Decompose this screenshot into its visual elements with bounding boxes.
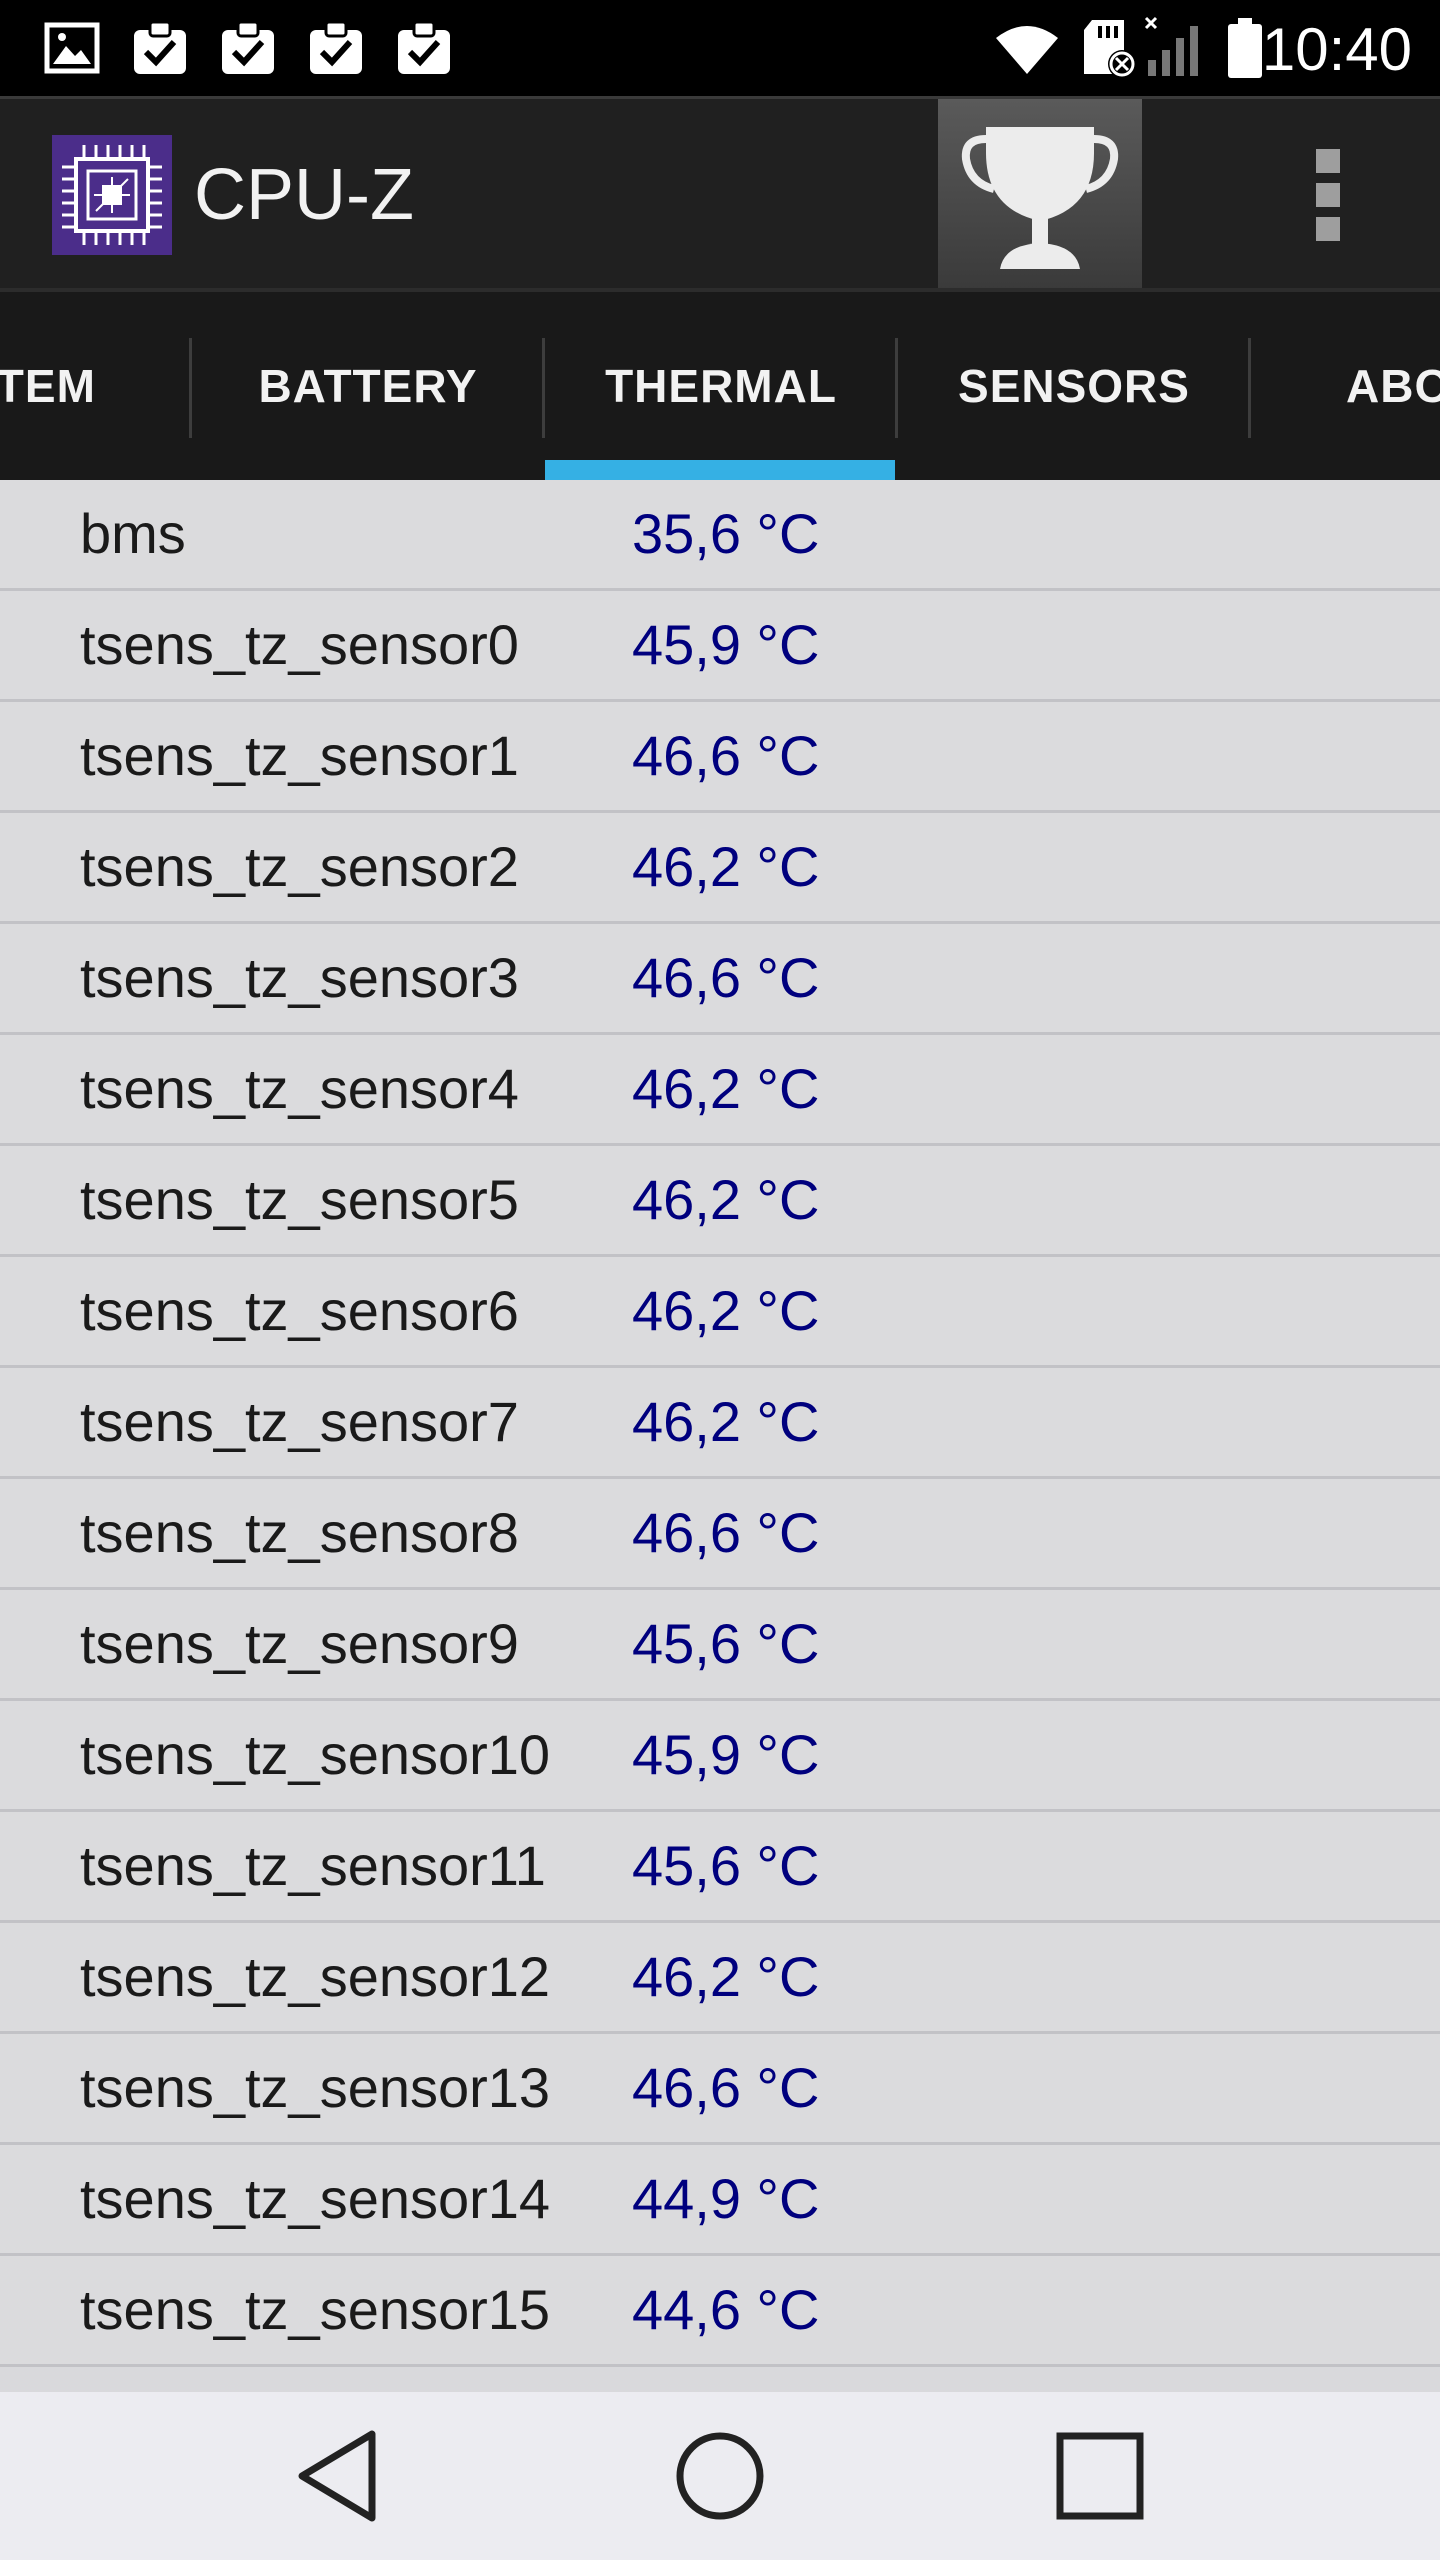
- home-icon[interactable]: [650, 2416, 790, 2536]
- sensor-name: tsens_tz_sensor3: [80, 946, 519, 1009]
- sensor-temperature: 45,9 °C: [632, 613, 820, 676]
- sensor-temperature: 45,9 °C: [632, 1723, 820, 1786]
- status-bar: 10:40: [0, 0, 1440, 96]
- sensor-name: tsens_tz_sensor0: [80, 613, 519, 676]
- tab-sensors[interactable]: SENSORS: [898, 292, 1250, 480]
- tab-divider: [1248, 338, 1251, 438]
- tab-thermal[interactable]: THERMAL: [545, 292, 897, 480]
- sensor-name: tsens_tz_sensor4: [80, 1057, 519, 1120]
- table-row: tsens_tz_sensor2 46,2 °C: [0, 813, 1440, 924]
- tab-indicator: [545, 460, 895, 480]
- thermal-list[interactable]: bms 35,6 °C tsens_tz_sensor0 45,9 °C tsens_t…: [0, 480, 1440, 2392]
- gallery-icon: [44, 22, 100, 74]
- sensor-name: tsens_tz_sensor2: [80, 835, 519, 898]
- table-row: tsens_tz_sensor10 45,9 °C: [0, 1701, 1440, 1812]
- sensor-name: tsens_tz_sensor1: [80, 724, 519, 787]
- table-row: tsens_tz_sensor0 45,9 °C: [0, 591, 1440, 702]
- sensor-temperature: 46,6 °C: [632, 724, 820, 787]
- table-row: tsens_tz_sensor13 46,6 °C: [0, 2034, 1440, 2145]
- sensor-temperature: 46,6 °C: [632, 2056, 820, 2119]
- sensor-temperature: 35,6 °C: [632, 502, 820, 565]
- sensor-name: tsens_tz_sensor7: [80, 1390, 519, 1453]
- sd-card-icon: [1084, 20, 1136, 78]
- tab-battery[interactable]: BATTERY: [192, 292, 544, 480]
- sensor-temperature: 46,2 °C: [632, 1279, 820, 1342]
- sensor-name: tsens_tz_sensor8: [80, 1501, 519, 1564]
- clipboard-check-icon: [310, 22, 362, 74]
- recents-icon[interactable]: [1030, 2416, 1170, 2536]
- sensor-temperature: 44,6 °C: [632, 2278, 820, 2341]
- table-row: tsens_tz_sensor15 44,6 °C: [0, 2256, 1440, 2367]
- action-bar: CPU-Z: [0, 96, 1440, 291]
- sensor-temperature: 46,6 °C: [632, 946, 820, 1009]
- sensor-temperature: 46,2 °C: [632, 835, 820, 898]
- sensor-name: tsens_tz_sensor15: [80, 2278, 551, 2341]
- sensor-name: tsens_tz_sensor10: [80, 1723, 551, 1786]
- sensor-temperature: 44,9 °C: [632, 2167, 820, 2230]
- table-row: tsens_tz_sensor1 46,6 °C: [0, 702, 1440, 813]
- navigation-bar: [0, 2392, 1440, 2560]
- sensor-name: tsens_tz_sensor6: [80, 1279, 519, 1342]
- wifi-icon: [996, 26, 1058, 74]
- chip-icon[interactable]: [52, 135, 172, 255]
- sensor-temperature: 46,2 °C: [632, 1945, 820, 2008]
- back-icon[interactable]: [272, 2416, 412, 2536]
- battery-icon: [1228, 18, 1262, 78]
- sensor-name: bms: [80, 502, 186, 565]
- table-row: tsens_tz_sensor4 46,2 °C: [0, 1035, 1440, 1146]
- table-row: tsens_tz_sensor9 45,6 °C: [0, 1590, 1440, 1701]
- clipboard-check-icon: [222, 22, 274, 74]
- tab-system[interactable]: STEM: [0, 292, 180, 480]
- sensor-temperature: 46,2 °C: [632, 1057, 820, 1120]
- sensor-name: tsens_tz_sensor14: [80, 2167, 551, 2230]
- sensor-temperature: 46,6 °C: [632, 1501, 820, 1564]
- tab-about[interactable]: ABO: [1310, 292, 1440, 480]
- tab-bar: STEM BATTERY THERMAL SENSORS ABO: [0, 288, 1440, 480]
- sensor-name: tsens_tz_sensor5: [80, 1168, 519, 1231]
- trophy-icon: [961, 127, 1119, 269]
- table-row: tsens_tz_sensor8 46,6 °C: [0, 1479, 1440, 1590]
- sensor-temperature: 46,2 °C: [632, 1390, 820, 1453]
- sensor-temperature: 45,6 °C: [632, 1834, 820, 1897]
- clipboard-check-icon: [134, 22, 186, 74]
- signal-icon: [1144, 16, 1198, 76]
- sensor-name: tsens_tz_sensor9: [80, 1612, 519, 1675]
- sensor-name: tsens_tz_sensor13: [80, 2056, 551, 2119]
- sensor-name: tsens_tz_sensor11: [80, 1834, 546, 1897]
- table-row: tsens_tz_sensor12 46,2 °C: [0, 1923, 1440, 2034]
- table-row: tsens_tz_sensor6 46,2 °C: [0, 1257, 1440, 1368]
- sensor-name: tsens_tz_sensor12: [80, 1945, 551, 2008]
- overflow-menu-button[interactable]: [1290, 139, 1366, 249]
- table-row: tsens_tz_sensor7 46,2 °C: [0, 1368, 1440, 1479]
- clock: 10:40: [1261, 16, 1412, 83]
- app-title: CPU-Z: [194, 155, 414, 235]
- sensor-temperature: 46,2 °C: [632, 1168, 820, 1231]
- table-row: tsens_tz_sensor11 45,6 °C: [0, 1812, 1440, 1923]
- clipboard-check-icon: [398, 22, 450, 74]
- table-row: tsens_tz_sensor5 46,2 °C: [0, 1146, 1440, 1257]
- table-row: tsens_tz_sensor3 46,6 °C: [0, 924, 1440, 1035]
- table-row: bms 35,6 °C: [0, 480, 1440, 591]
- sensor-temperature: 45,6 °C: [632, 1612, 820, 1675]
- trophy-button[interactable]: [938, 99, 1142, 291]
- table-row: tsens_tz_sensor14 44,9 °C: [0, 2145, 1440, 2256]
